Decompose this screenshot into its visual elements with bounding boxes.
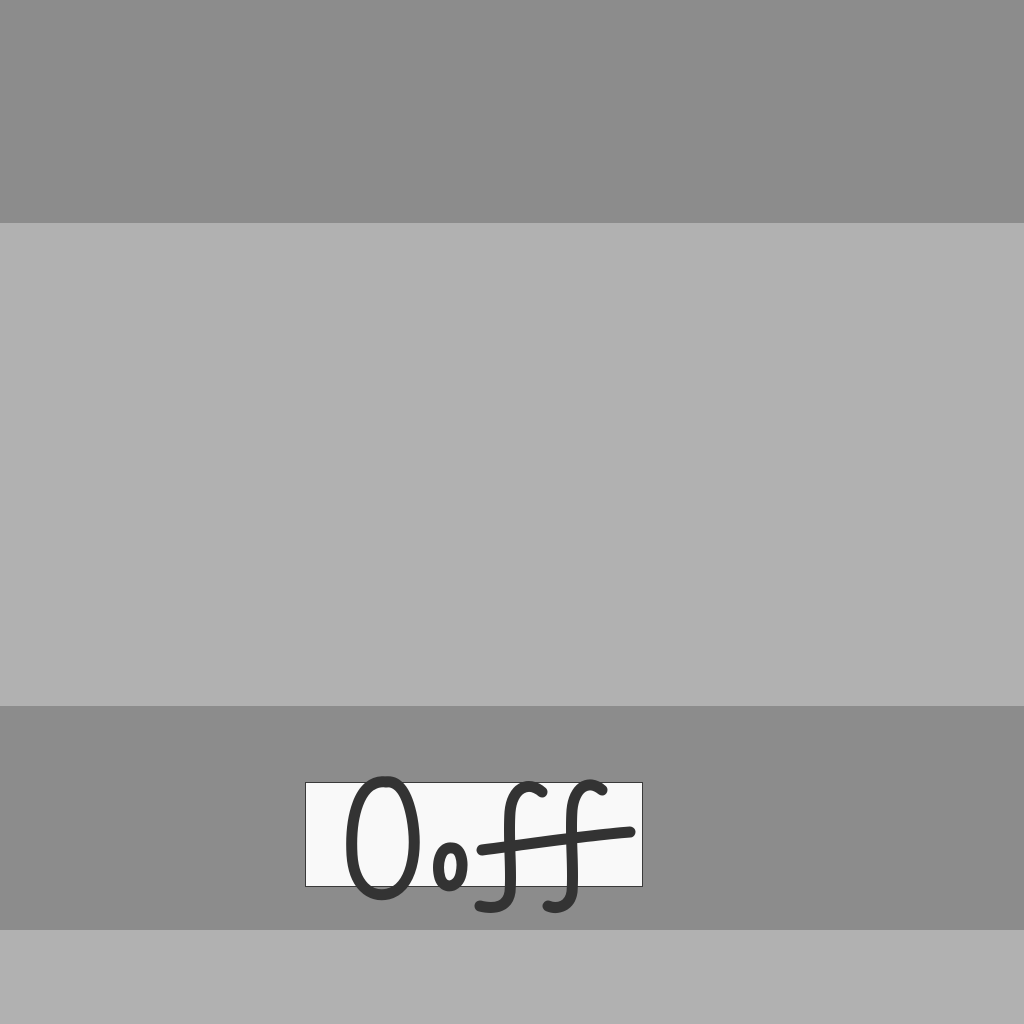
letter-f-second xyxy=(542,779,608,913)
handwritten-label xyxy=(346,776,636,913)
middle-band xyxy=(0,223,1024,706)
letter-o-small xyxy=(433,842,468,892)
top-band xyxy=(0,0,1024,223)
bottom-band xyxy=(0,930,1024,1024)
letter-o-large xyxy=(346,776,420,901)
